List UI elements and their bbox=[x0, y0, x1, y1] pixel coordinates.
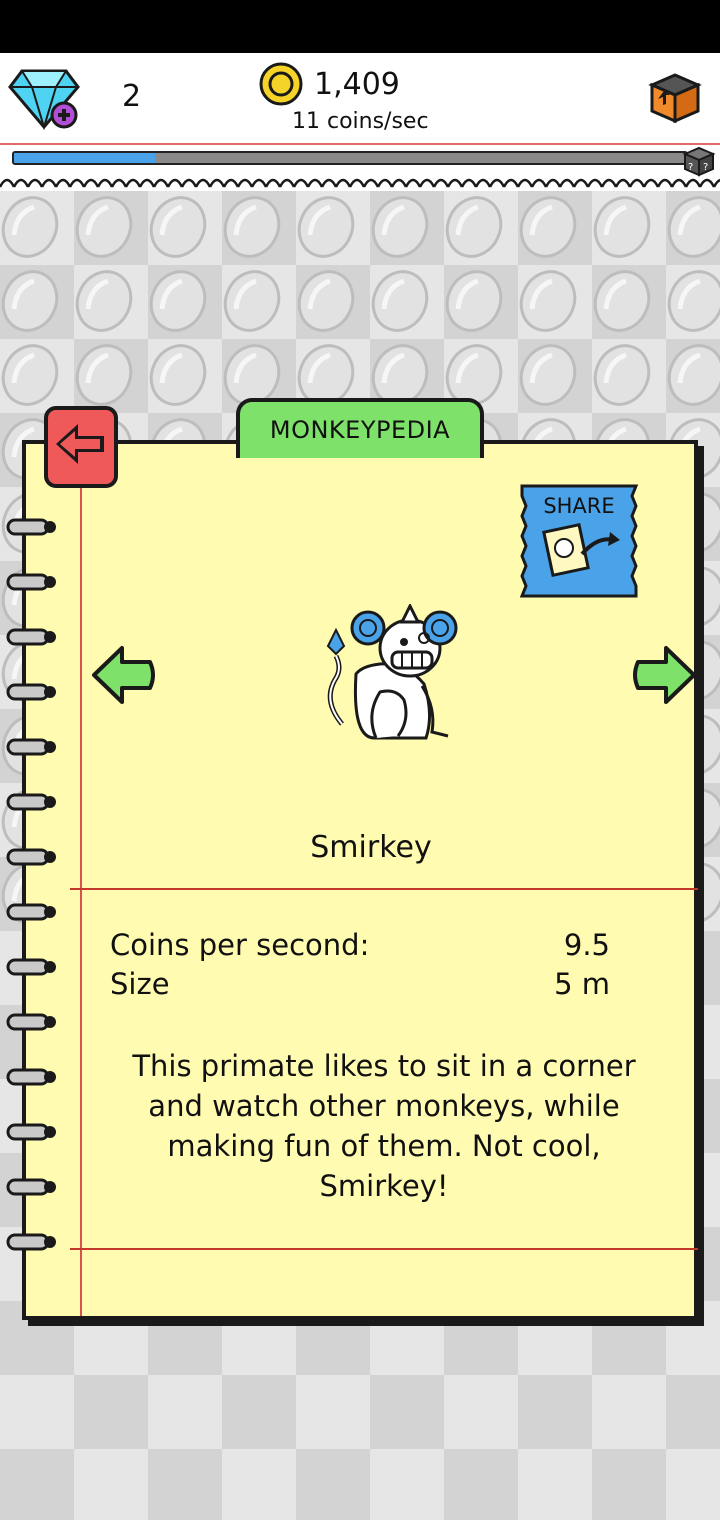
stat-label: Coins per second: bbox=[110, 928, 370, 962]
top-hud: 2 1,409 11 coins/sec bbox=[0, 53, 720, 145]
margin-line bbox=[80, 444, 82, 1316]
divider-line bbox=[70, 888, 698, 890]
smirkey-monkey-image bbox=[326, 604, 458, 740]
stat-label: Size bbox=[110, 967, 170, 1001]
notebook-spiral-binding bbox=[6, 518, 56, 1270]
monkey-description: This primate likes to sit in a corner an… bbox=[132, 1049, 636, 1203]
next-arrow-button[interactable] bbox=[630, 644, 698, 706]
stat-value: 5 m bbox=[554, 967, 610, 1001]
upgrade-crate-icon[interactable] bbox=[648, 71, 702, 125]
share-label: SHARE bbox=[543, 494, 615, 518]
back-button[interactable] bbox=[42, 404, 120, 490]
stat-row-size: Size 5 m bbox=[110, 965, 610, 1004]
previous-arrow-button[interactable] bbox=[90, 644, 158, 706]
divider-line bbox=[70, 1248, 698, 1250]
coin-rate: 11 coins/sec bbox=[292, 109, 429, 134]
coin-count: 1,409 bbox=[314, 67, 400, 102]
monkey-name: Smirkey bbox=[310, 830, 432, 865]
status-bar bbox=[0, 0, 720, 53]
progress-bar bbox=[12, 151, 688, 165]
gem-plus-icon[interactable] bbox=[8, 65, 80, 131]
stat-row-coins-per-second: Coins per second: 9.5 bbox=[110, 926, 610, 965]
progress-fill bbox=[14, 153, 156, 163]
svg-text:?: ? bbox=[703, 162, 708, 173]
tab-monkeypedia: MONKEYPEDIA bbox=[236, 398, 484, 458]
scallop-border bbox=[0, 178, 720, 188]
mystery-box-icon[interactable]: ? ? bbox=[682, 145, 716, 177]
gem-count: 2 bbox=[122, 79, 142, 114]
coin-icon bbox=[259, 62, 303, 106]
svg-text:?: ? bbox=[688, 162, 693, 173]
stat-value: 9.5 bbox=[563, 928, 610, 962]
stats-block: Coins per second: 9.5 Size 5 m bbox=[110, 926, 610, 1004]
share-button[interactable]: SHARE bbox=[518, 482, 640, 600]
progress-area: ? ? bbox=[0, 145, 720, 191]
